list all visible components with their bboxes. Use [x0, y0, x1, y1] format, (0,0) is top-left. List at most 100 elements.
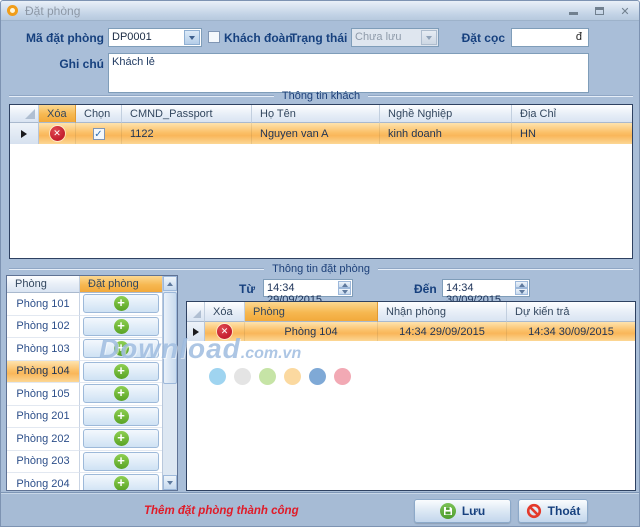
add-icon: +	[114, 476, 129, 491]
room-row: Phòng 101 +	[7, 293, 162, 316]
save-button[interactable]: Lưu	[414, 499, 511, 523]
minimize-button[interactable]	[567, 5, 579, 17]
column-header-checkin[interactable]: Nhận phòng	[378, 302, 507, 322]
notes-textarea[interactable]: Khách lẻ	[108, 53, 589, 93]
column-header-cmnd[interactable]: CMND_Passport	[122, 105, 252, 123]
column-header-select[interactable]: Chọn	[76, 105, 122, 123]
spin-up-button[interactable]	[338, 281, 351, 288]
room-name-cell[interactable]: Phòng 201	[7, 406, 80, 429]
room-row: Phòng 102+	[7, 316, 162, 339]
row-arrow-icon	[21, 130, 27, 138]
booking-info-divider: Thông tin đặt phòng	[9, 263, 633, 275]
spin-down-button[interactable]	[338, 288, 351, 295]
status-dropdown-button[interactable]	[421, 30, 437, 45]
status-message: Thêm đặt phòng thành công	[144, 505, 299, 517]
to-label: Đến	[414, 282, 437, 296]
column-header-name[interactable]: Họ Tên	[252, 105, 380, 123]
delete-guest-cell[interactable]: ✕	[39, 123, 76, 144]
room-name-cell[interactable]: Phòng 103	[7, 338, 80, 361]
corner-triangle-icon	[25, 109, 35, 119]
add-room-button[interactable]: +	[83, 407, 159, 426]
booking-table-row[interactable]: ✕ Phòng 104 14:34 29/09/2015 14:34 30/09…	[187, 322, 635, 341]
guest-job: kinh doanh	[380, 123, 512, 144]
room-name-cell[interactable]: Phòng 203	[7, 451, 80, 474]
room-name-cell[interactable]: Phòng 105	[7, 383, 80, 406]
add-room-button[interactable]: +	[83, 294, 159, 313]
delete-icon[interactable]: ✕	[50, 126, 65, 141]
column-header-book[interactable]: Đặt phòng	[80, 276, 162, 293]
arrow-down-icon	[519, 290, 525, 294]
close-icon: ✕	[620, 5, 629, 18]
room-book-cell: +	[80, 406, 162, 429]
add-room-button[interactable]: +	[83, 384, 159, 403]
room-book-cell: +	[80, 451, 162, 474]
deposit-value	[515, 29, 521, 33]
close-button[interactable]: ✕	[619, 5, 631, 17]
to-datetime-picker[interactable]: 14:34 30/09/2015	[442, 279, 530, 297]
booking-table-header: Xóa Phòng Nhận phòng Dự kiến trả	[187, 302, 635, 322]
delete-icon[interactable]: ✕	[217, 324, 232, 339]
spin-up-button[interactable]	[515, 281, 528, 288]
column-header-checkout[interactable]: Dự kiến trả	[507, 302, 635, 322]
select-all-cell[interactable]	[187, 302, 205, 322]
notes-label: Ghi chú	[9, 57, 104, 71]
status-combobox[interactable]: Chưa lưu	[351, 28, 439, 47]
deposit-input[interactable]: đ	[511, 28, 589, 47]
room-book-cell: +	[80, 473, 162, 491]
column-header-address[interactable]: Địa Chỉ	[512, 105, 632, 123]
guest-table-row[interactable]: ✕ ✓ 1122 Nguyen van A kinh doanh HN	[10, 123, 632, 144]
column-header-delete[interactable]: Xóa	[39, 105, 76, 123]
room-book-cell: +	[80, 293, 162, 316]
select-guest-cell[interactable]: ✓	[76, 123, 122, 144]
room-row: Phòng 202+	[7, 428, 162, 451]
scroll-down-button[interactable]	[163, 475, 177, 490]
column-header-job[interactable]: Nghề Nghiệp	[380, 105, 512, 123]
rooms-table-body: Phòng 101+Phòng 102+Phòng 103+Phòng 104+…	[7, 293, 162, 491]
row-indicator	[187, 322, 205, 341]
group-guest-checkbox[interactable]	[208, 31, 220, 43]
scrollbar-thumb[interactable]	[163, 292, 177, 384]
rooms-scrollbar[interactable]	[162, 276, 177, 490]
add-room-button[interactable]: +	[83, 429, 159, 448]
scroll-up-button[interactable]	[163, 276, 177, 291]
room-row: Phòng 104 +	[7, 361, 162, 384]
room-name-cell[interactable]: Phòng 102	[7, 316, 80, 339]
arrow-up-icon	[519, 283, 525, 287]
room-name-cell[interactable]: Phòng 101	[7, 293, 80, 316]
room-name-cell[interactable]: Phòng 104	[7, 361, 80, 384]
add-room-button[interactable]: +	[83, 474, 159, 491]
column-header-room[interactable]: Phòng	[245, 302, 378, 322]
add-room-button[interactable]: +	[83, 362, 159, 381]
add-icon: +	[114, 296, 129, 311]
spin-down-button[interactable]	[515, 288, 528, 295]
arrow-up-icon	[167, 282, 173, 286]
room-book-cell: +	[80, 338, 162, 361]
group-guest-label: Khách đoàn	[224, 31, 293, 45]
maximize-icon	[595, 7, 604, 15]
column-header-room[interactable]: Phòng	[7, 276, 80, 293]
booking-code-combobox[interactable]: DP0001	[108, 28, 202, 47]
rooms-table-header: Phòng Đặt phòng	[7, 276, 162, 293]
room-name-cell[interactable]: Phòng 202	[7, 428, 80, 451]
add-icon: +	[114, 364, 129, 379]
add-room-button[interactable]: +	[83, 317, 159, 336]
from-datetime-picker[interactable]: 14:34 29/09/2015	[263, 279, 353, 297]
chevron-down-icon	[426, 36, 432, 40]
room-name-cell[interactable]: Phòng 204	[7, 473, 80, 491]
add-icon: +	[114, 409, 129, 424]
booking-code-dropdown-button[interactable]	[184, 30, 200, 45]
add-room-button[interactable]: +	[83, 339, 159, 358]
add-room-button[interactable]: +	[83, 452, 159, 471]
delete-booking-cell[interactable]: ✕	[205, 322, 245, 341]
window-title: Đặt phòng	[25, 4, 80, 18]
rooms-table: Phòng Đặt phòng Phòng 101+Phòng 102+Phòn…	[6, 275, 178, 491]
select-all-cell[interactable]	[10, 105, 39, 123]
column-header-delete[interactable]: Xóa	[205, 302, 245, 322]
room-book-cell: +	[80, 428, 162, 451]
maximize-button[interactable]	[593, 5, 605, 17]
guest-checked-checkbox[interactable]: ✓	[93, 128, 105, 140]
title-bar: Đặt phòng ✕	[1, 1, 639, 21]
exit-button[interactable]: Thoát	[518, 499, 588, 523]
booking-checkin: 14:34 29/09/2015	[378, 322, 507, 341]
cancel-icon	[526, 503, 542, 519]
